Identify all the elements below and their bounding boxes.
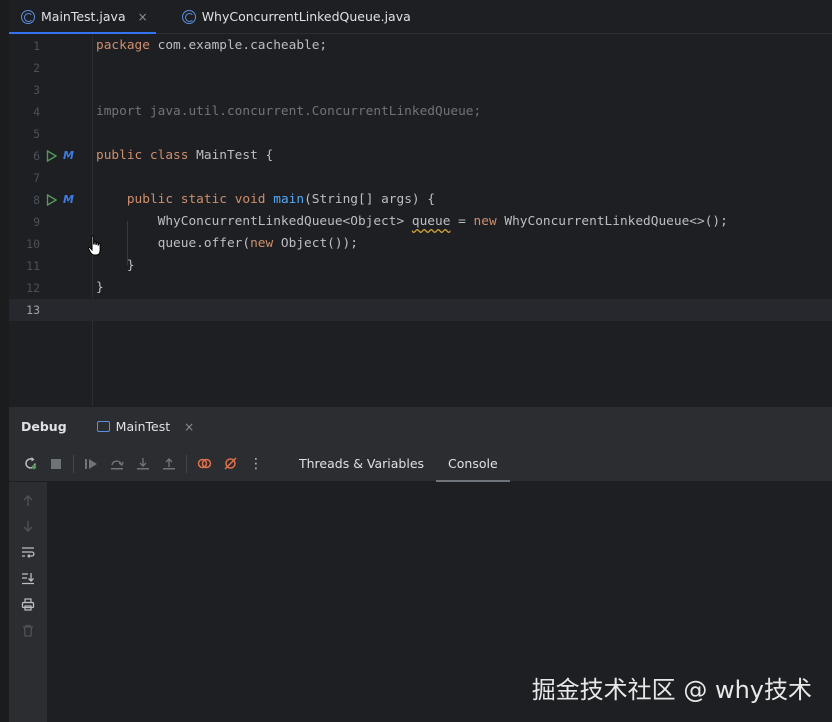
code-text: (String[] args) {	[304, 192, 436, 207]
code-editor[interactable]: 1 2 3 4 5 6 7 8 9 10 11 12 13 M M packag…	[9, 35, 832, 406]
indent-guide	[127, 221, 128, 265]
tab-threads-variables[interactable]: Threads & Variables	[287, 446, 436, 482]
scroll-to-end-icon[interactable]	[9, 565, 47, 591]
more-options-icon[interactable]: ⋮	[243, 451, 269, 477]
toolbar-separator	[73, 454, 74, 473]
step-out-icon[interactable]	[156, 451, 182, 477]
code-text: WhyConcurrentLinkedQueue<>();	[496, 214, 728, 229]
code-line: public static void main(String[] args) {	[96, 189, 435, 211]
line-number: 1	[33, 39, 40, 53]
tab-label: WhyConcurrentLinkedQueue.java	[201, 9, 411, 24]
code-text: WhyConcurrentLinkedQueue<Object>	[96, 214, 412, 229]
up-arrow-icon[interactable]	[9, 487, 47, 513]
soft-wrap-icon[interactable]	[9, 539, 47, 565]
close-icon[interactable]: ×	[184, 420, 194, 434]
code-line: }	[96, 258, 135, 273]
code-line: WhyConcurrentLinkedQueue<Object> queue =…	[96, 211, 728, 233]
code-line-import: import java.util.concurrent.ConcurrentLi…	[96, 104, 482, 119]
code-line: }	[96, 280, 104, 295]
line-number: 2	[33, 61, 40, 75]
keyword: new	[473, 214, 497, 229]
resume-icon[interactable]	[78, 451, 104, 477]
tab-console[interactable]: Console	[436, 446, 510, 482]
keyword: package	[96, 38, 150, 53]
current-line-highlight	[9, 299, 832, 321]
session-label: MainTest	[115, 419, 171, 434]
debug-title: Debug	[21, 419, 67, 434]
stop-icon[interactable]	[43, 451, 69, 477]
line-number: 9	[33, 215, 40, 229]
code-text: queue.offer(	[96, 236, 251, 251]
java-class-icon	[21, 9, 35, 24]
tab-label: MainTest.java	[41, 9, 126, 24]
mybatis-gutter-icon[interactable]: M	[63, 149, 74, 162]
print-icon[interactable]	[9, 591, 47, 617]
code-line: public class MainTest {	[96, 145, 273, 167]
hand-cursor-icon	[87, 235, 101, 256]
rerun-icon[interactable]	[17, 451, 43, 477]
line-number: 8	[33, 193, 40, 207]
line-number: 11	[26, 259, 40, 273]
keyword: public class	[96, 148, 189, 163]
warning-variable: queue	[411, 214, 451, 229]
tab-whyconcurrentlinkedqueue[interactable]: WhyConcurrentLinkedQueue.java	[170, 0, 419, 33]
debug-session-tab[interactable]: MainTest ×	[96, 419, 194, 434]
code-text: Object());	[273, 236, 358, 251]
debug-toolbar: ⋮ Threads & Variables Console	[9, 446, 832, 482]
line-number: 6	[33, 149, 40, 163]
code-text: MainTest {	[188, 148, 274, 163]
tab-maintest[interactable]: MainTest.java ×	[9, 0, 156, 34]
keyword: public static void	[126, 192, 266, 207]
mute-breakpoints-icon[interactable]	[217, 451, 243, 477]
mybatis-gutter-icon[interactable]: M	[63, 193, 74, 206]
keyword: new	[250, 236, 274, 251]
editor-tab-bar: MainTest.java × WhyConcurrentLinkedQueue…	[9, 0, 832, 34]
down-arrow-icon[interactable]	[9, 513, 47, 539]
close-icon[interactable]: ×	[138, 10, 148, 24]
line-number: 3	[33, 83, 40, 97]
code-text: com.example.cacheable;	[149, 38, 328, 53]
application-icon	[96, 421, 110, 432]
console-side-toolbar	[9, 482, 47, 722]
line-number: 12	[26, 281, 40, 295]
code-line: queue.offer(new Object());	[96, 233, 358, 255]
debug-tool-window-header: Debug MainTest ×	[9, 406, 832, 446]
method-name: main	[273, 192, 305, 207]
line-number: 7	[33, 171, 40, 185]
code-line: package com.example.cacheable;	[96, 35, 327, 57]
toolbar-separator	[186, 454, 187, 473]
left-edge-strip	[0, 0, 9, 722]
view-breakpoints-icon[interactable]	[191, 451, 217, 477]
java-class-icon	[181, 9, 196, 24]
line-number: 4	[33, 105, 40, 119]
step-over-icon[interactable]	[104, 451, 130, 477]
line-number-current: 13	[26, 303, 40, 317]
line-number: 10	[26, 237, 40, 251]
code-text: =	[450, 214, 474, 229]
step-into-icon[interactable]	[130, 451, 156, 477]
trash-icon[interactable]	[9, 617, 47, 643]
watermark-text: 掘金技术社区 @ why技术	[531, 676, 812, 704]
run-gutter-icon[interactable]	[46, 150, 57, 162]
run-gutter-icon[interactable]	[46, 194, 57, 206]
line-number: 5	[33, 127, 40, 141]
